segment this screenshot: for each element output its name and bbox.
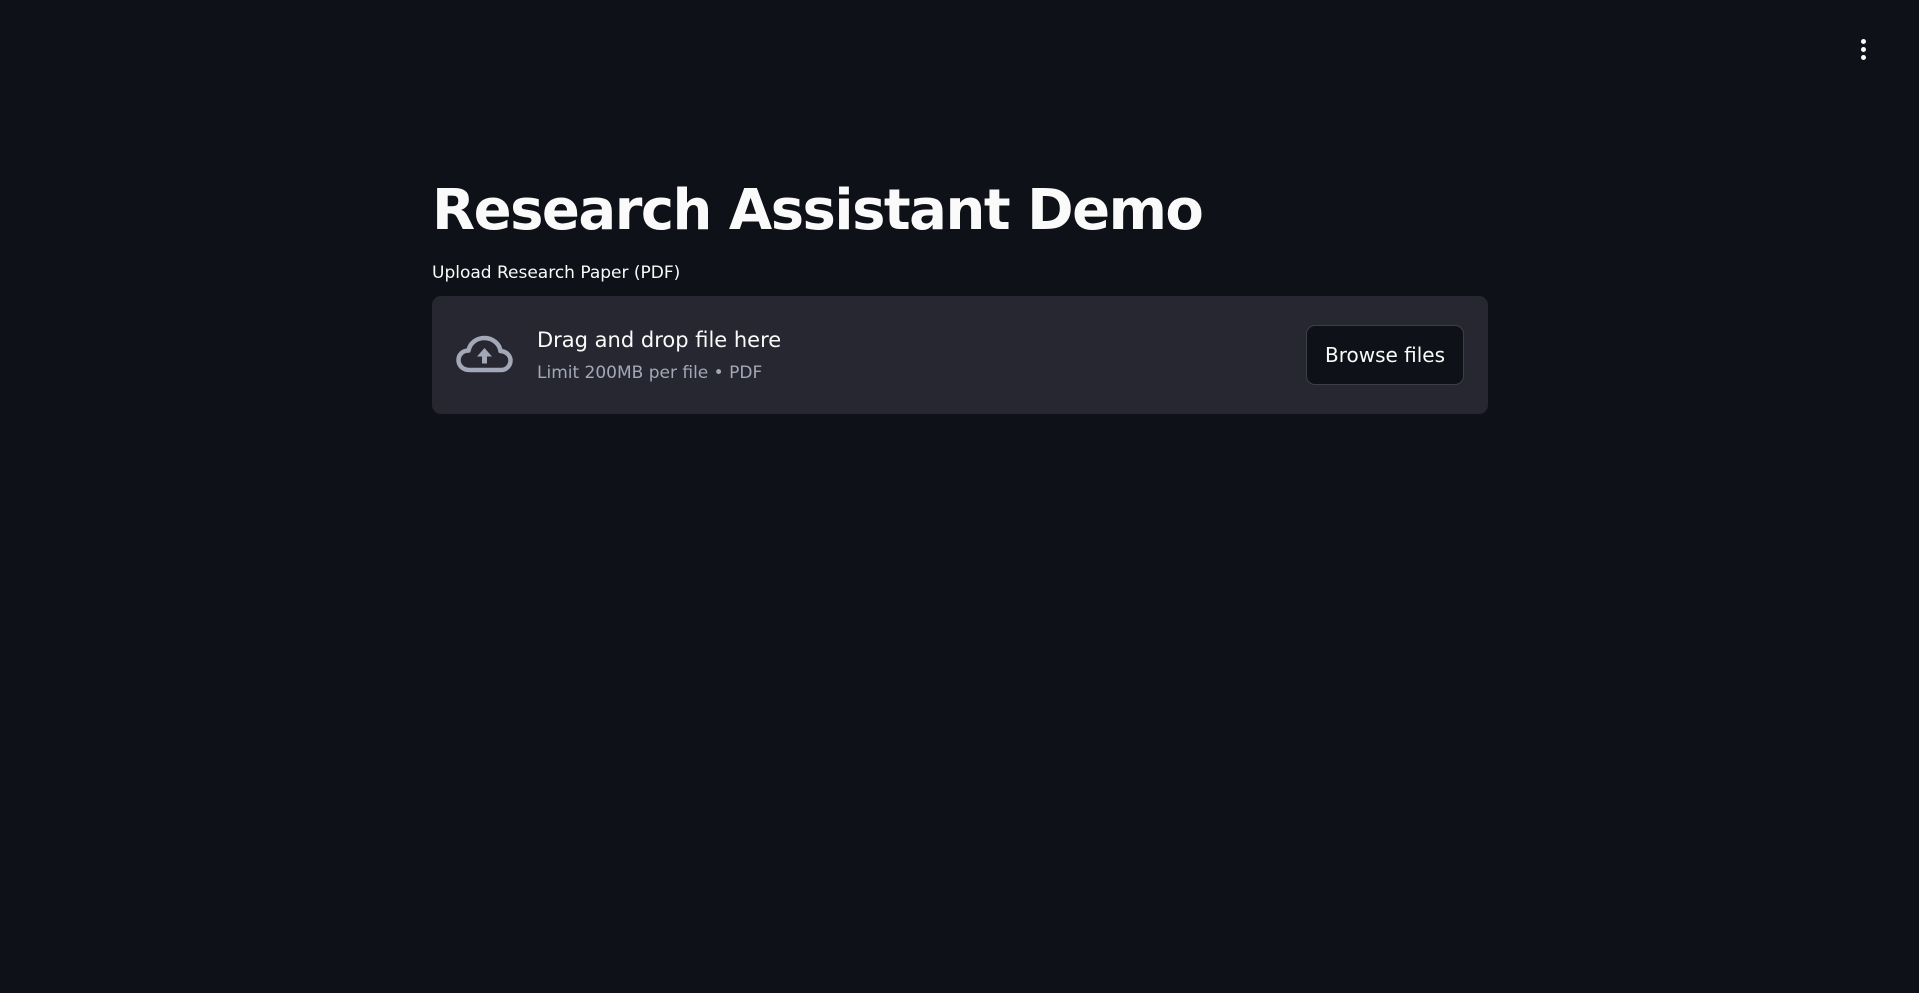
dropzone-limits: Limit 200MB per file • PDF — [537, 363, 763, 383]
app-root: Research Assistant Demo Upload Research … — [0, 0, 1919, 993]
browse-files-button[interactable]: Browse files — [1306, 325, 1464, 385]
kebab-menu-icon — [1860, 38, 1866, 44]
dropzone-instruction: Drag and drop file here — [537, 328, 782, 352]
main-content: Research Assistant Demo Upload Research … — [432, 170, 1488, 414]
main-menu-button[interactable] — [1850, 34, 1876, 64]
kebab-menu-icon-dot — [1860, 46, 1866, 52]
kebab-menu-icon-dot — [1860, 54, 1866, 60]
page-title: Research Assistant Demo — [432, 178, 1204, 243]
file-dropzone[interactable]: Drag and drop file here Limit 200MB per … — [432, 296, 1488, 414]
file-uploader-label: Upload Research Paper (PDF) — [432, 263, 681, 283]
cloud-upload-icon — [456, 335, 513, 373]
dropzone-text: Drag and drop file here Limit 200MB per … — [537, 326, 1306, 384]
